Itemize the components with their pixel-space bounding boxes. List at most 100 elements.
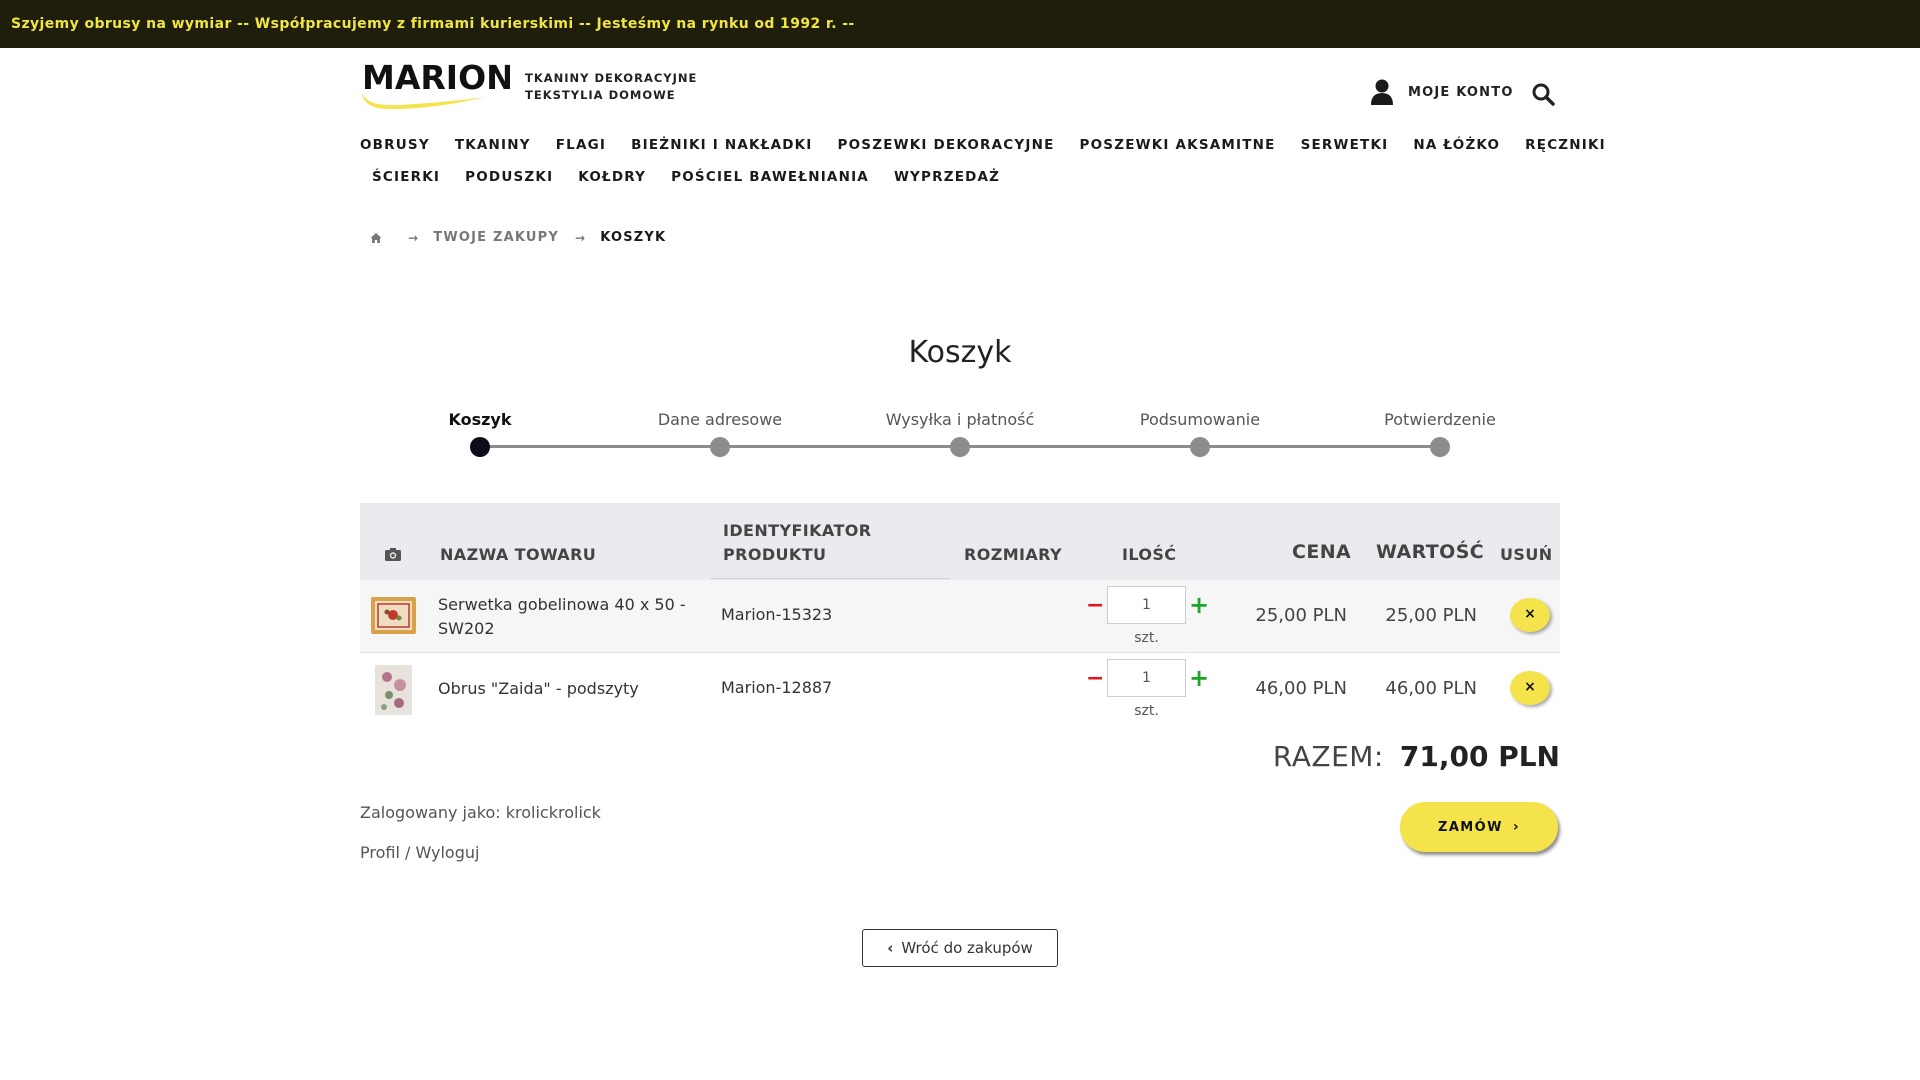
step-koszyk: Koszyk xyxy=(360,410,600,457)
step-dot xyxy=(1190,437,1210,457)
qty-increase-button[interactable]: + xyxy=(1189,593,1209,617)
qty-input[interactable] xyxy=(1107,659,1186,697)
breadcrumb: → TWOJE ZAKUPY → KOSZYK xyxy=(370,230,666,245)
qty-decrease-button[interactable]: − xyxy=(1086,668,1104,690)
header-value: WARTOŚĆ xyxy=(1376,541,1485,563)
home-icon[interactable] xyxy=(370,232,382,244)
qty-input[interactable] xyxy=(1107,586,1186,624)
logo-graphic: MARION xyxy=(362,58,510,109)
chevron-right-icon: › xyxy=(1512,819,1520,835)
back-button-label: Wróć do zakupów xyxy=(901,939,1033,957)
product-name[interactable]: Obrus "Zaida" - podszyty xyxy=(438,677,698,701)
product-id: Marion-15323 xyxy=(721,605,833,624)
table-row: Serwetka gobelinowa 40 x 50 - SW202 Mari… xyxy=(360,580,1560,653)
profile-link[interactable]: Profil xyxy=(360,843,400,862)
table-header: NAZWA TOWARU IDENTYFIKATOR PRODUKTU ROZM… xyxy=(360,503,1560,580)
page-title: Koszyk xyxy=(908,335,1012,370)
product-price: 46,00 PLN xyxy=(1255,678,1347,699)
product-value: 46,00 PLN xyxy=(1385,678,1477,699)
step-podsumowanie: Podsumowanie xyxy=(1080,410,1320,457)
announcement-bar: Szyjemy obrusy na wymiar -- Współpracuje… xyxy=(0,0,1920,48)
cart-total: RAZEM: 71,00 PLN xyxy=(1273,740,1560,773)
nav-item-reczniki[interactable]: RĘCZNIKI xyxy=(1525,137,1606,153)
qty-decrease-button[interactable]: − xyxy=(1086,595,1104,617)
total-value: 71,00 PLN xyxy=(1399,740,1560,773)
announcement-text: Szyjemy obrusy na wymiar -- Współpracuje… xyxy=(11,16,855,32)
product-price: 25,00 PLN xyxy=(1255,605,1347,626)
link-separator: / xyxy=(399,843,416,862)
step-label: Dane adresowe xyxy=(657,410,783,429)
nav-item-flagi[interactable]: FLAGI xyxy=(556,137,606,153)
header-sizes: ROZMIARY xyxy=(964,545,1063,564)
product-id: Marion-12887 xyxy=(721,678,833,697)
step-dot xyxy=(710,437,730,457)
nav-item-serwetki[interactable]: SERWETKI xyxy=(1301,137,1389,153)
total-label: RAZEM: xyxy=(1272,740,1384,773)
cart-table: NAZWA TOWARU IDENTYFIKATOR PRODUKTU ROZM… xyxy=(360,503,1560,726)
breadcrumb-link[interactable]: TWOJE ZAKUPY xyxy=(433,230,559,245)
step-dane-adresowe: Dane adresowe xyxy=(600,410,840,457)
tagline: TKANINY DEKORACYJNE TEKSTYLIA DOMOWE xyxy=(525,70,697,104)
breadcrumb-arrow-icon: → xyxy=(575,230,587,245)
product-value: 25,00 PLN xyxy=(1385,605,1477,626)
account-link[interactable]: MOJE KONTO xyxy=(1370,79,1514,105)
header-remove: USUŃ xyxy=(1500,545,1553,564)
account-label: MOJE KONTO xyxy=(1408,84,1514,100)
qty-unit: szt. xyxy=(1134,630,1159,646)
header-product-id: IDENTYFIKATOR PRODUKTU xyxy=(723,519,872,567)
step-label: Podsumowanie xyxy=(1139,410,1261,429)
nav-item-posciel[interactable]: POŚCIEL BAWEŁNIANIA xyxy=(671,169,869,185)
tagline-line-1: TKANINY DEKORACYJNE xyxy=(525,71,698,85)
tagline-line-2: TEKSTYLIA DOMOWE xyxy=(525,88,676,102)
step-wysylka: Wysyłka i płatność xyxy=(840,410,1080,457)
site-logo[interactable]: MARION xyxy=(360,57,510,111)
nav-item-poduszki[interactable]: PODUSZKI xyxy=(465,169,553,185)
breadcrumb-arrow-icon: → xyxy=(408,230,420,245)
nav-item-poszewki-dekoracyjne[interactable]: POSZEWKI DEKORACYJNE xyxy=(838,137,1055,153)
header-qty: ILOŚĆ xyxy=(1122,545,1177,564)
step-label: Potwierdzenie xyxy=(1384,410,1496,429)
logout-link[interactable]: Wyloguj xyxy=(415,843,479,862)
qty-increase-button[interactable]: + xyxy=(1189,666,1209,690)
step-dot xyxy=(470,437,490,457)
product-thumbnail[interactable] xyxy=(375,665,412,715)
nav-row-1: OBRUSY TKANINY FLAGI BIEŻNIKI I NAKŁADKI… xyxy=(360,129,1605,161)
header-id-line-2: PRODUKTU xyxy=(723,545,827,564)
nav-item-tkaniny[interactable]: TKANINY xyxy=(455,137,531,153)
table-row: Obrus "Zaida" - podszyty Marion-12887 − … xyxy=(360,653,1560,726)
nav-item-koldry[interactable]: KOŁDRY xyxy=(578,169,646,185)
header-id-line-1: IDENTYFIKATOR xyxy=(723,521,872,540)
logo-text: MARION xyxy=(362,58,510,97)
user-icon xyxy=(1371,79,1393,105)
nav-item-wyprzedaz[interactable]: WYPRZEDAŻ xyxy=(894,169,1000,185)
nav-item-scierki[interactable]: ŚCIERKI xyxy=(372,169,440,185)
order-button-label: ZAMÓW xyxy=(1438,819,1503,835)
product-thumbnail[interactable] xyxy=(371,597,416,634)
step-dot xyxy=(1430,437,1450,457)
nav-item-biezniki[interactable]: BIEŻNIKI I NAKŁADKI xyxy=(631,137,812,153)
back-to-shopping-button[interactable]: ‹ Wróć do zakupów xyxy=(862,929,1058,967)
camera-icon xyxy=(385,548,401,561)
header-price: CENA xyxy=(1292,541,1352,563)
logged-in-info: Zalogowany jako: krolickrolick xyxy=(360,803,601,822)
order-button[interactable]: ZAMÓW › xyxy=(1400,802,1558,852)
nav-item-obrusy[interactable]: OBRUSY xyxy=(360,137,430,153)
product-name[interactable]: Serwetka gobelinowa 40 x 50 - SW202 xyxy=(438,593,698,641)
step-dot xyxy=(950,437,970,457)
step-potwierdzenie: Potwierdzenie xyxy=(1320,410,1560,457)
search-icon[interactable] xyxy=(1531,82,1555,106)
step-label: Wysyłka i płatność xyxy=(885,410,1035,429)
profile-links: Profil / Wyloguj xyxy=(360,843,479,862)
nav-row-2: ŚCIERKI PODUSZKI KOŁDRY POŚCIEL BAWEŁNIA… xyxy=(360,161,1560,193)
header-name: NAZWA TOWARU xyxy=(440,545,597,564)
step-label: Koszyk xyxy=(448,410,512,429)
chevron-left-icon: ‹ xyxy=(887,939,894,957)
nav-item-poszewki-aksamitne[interactable]: POSZEWKI AKSAMITNE xyxy=(1080,137,1276,153)
qty-unit: szt. xyxy=(1134,703,1159,719)
breadcrumb-current: KOSZYK xyxy=(600,230,667,245)
remove-item-button[interactable]: × xyxy=(1510,598,1550,632)
nav-item-na-lozko[interactable]: NA ŁÓŻKO xyxy=(1413,137,1500,153)
header-divider xyxy=(710,578,950,579)
remove-item-button[interactable]: × xyxy=(1510,671,1550,705)
main-nav: OBRUSY TKANINY FLAGI BIEŻNIKI I NAKŁADKI… xyxy=(360,129,1605,193)
